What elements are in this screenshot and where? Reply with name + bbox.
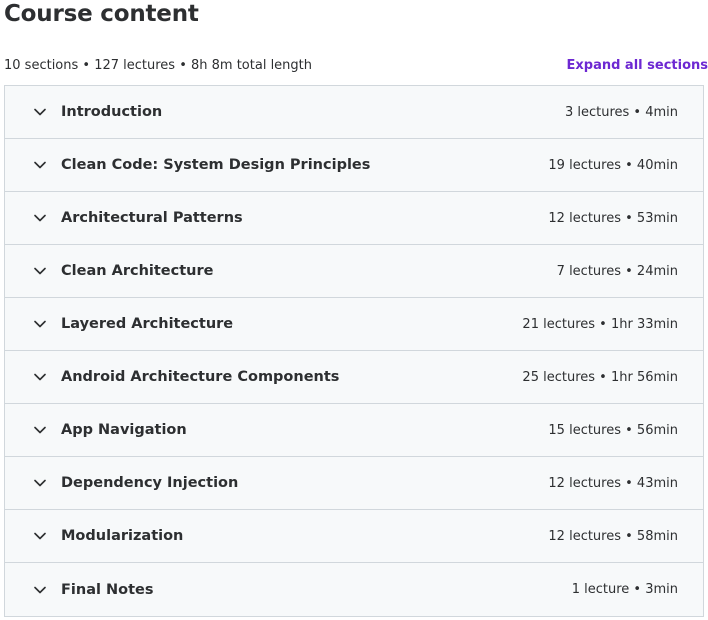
section-meta: 19 lectures • 40min xyxy=(548,157,678,173)
section-row[interactable]: Android Architecture Components 25 lectu… xyxy=(5,351,703,404)
chevron-down-icon xyxy=(33,211,47,225)
section-meta: 1 lecture • 3min xyxy=(571,582,678,597)
section-row[interactable]: Architectural Patterns 12 lectures • 53m… xyxy=(5,192,703,245)
chevron-down-icon xyxy=(33,370,47,384)
section-row[interactable]: Clean Architecture 7 lectures • 24min xyxy=(5,245,703,298)
section-row[interactable]: Final Notes 1 lecture • 3min xyxy=(5,563,703,616)
chevron-down-icon xyxy=(33,476,47,490)
section-meta: 7 lectures • 24min xyxy=(556,263,678,279)
section-meta: 12 lectures • 53min xyxy=(548,210,678,226)
section-meta: 15 lectures • 56min xyxy=(548,422,678,438)
section-row[interactable]: Modularization 12 lectures • 58min xyxy=(5,510,703,563)
course-summary: 10 sections • 127 lectures • 8h 8m total… xyxy=(4,57,313,73)
section-meta: 12 lectures • 43min xyxy=(548,475,678,491)
course-content-panel: Course content 10 sections • 127 lecture… xyxy=(0,0,708,620)
section-title: Android Architecture Components xyxy=(61,369,340,385)
section-title: Clean Code: System Design Principles xyxy=(61,157,371,173)
section-meta: 21 lectures • 1hr 33min xyxy=(522,316,678,332)
expand-all-sections-button[interactable]: Expand all sections xyxy=(567,58,708,73)
section-row[interactable]: Clean Code: System Design Principles 19 … xyxy=(5,139,703,192)
section-title: Modularization xyxy=(61,528,184,544)
chevron-down-icon xyxy=(33,583,47,597)
chevron-down-icon xyxy=(33,105,47,119)
section-row[interactable]: Introduction 3 lectures • 4min xyxy=(5,86,703,139)
section-row[interactable]: Layered Architecture 21 lectures • 1hr 3… xyxy=(5,298,703,351)
chevron-down-icon xyxy=(33,158,47,172)
chevron-down-icon xyxy=(33,264,47,278)
section-meta: 3 lectures • 4min xyxy=(564,104,678,120)
page-title: Course content xyxy=(4,1,199,27)
sections-list: Introduction 3 lectures • 4min Clean Cod… xyxy=(4,85,704,617)
chevron-down-icon xyxy=(33,529,47,543)
section-title: Architectural Patterns xyxy=(61,210,243,226)
section-meta: 25 lectures • 1hr 56min xyxy=(522,369,678,385)
section-row[interactable]: App Navigation 15 lectures • 56min xyxy=(5,404,703,457)
section-meta: 12 lectures • 58min xyxy=(548,528,678,544)
chevron-down-icon xyxy=(33,317,47,331)
section-title: Dependency Injection xyxy=(61,475,239,491)
section-title: Layered Architecture xyxy=(61,316,234,332)
course-summary-row: 10 sections • 127 lectures • 8h 8m total… xyxy=(4,56,708,74)
section-title: Final Notes xyxy=(61,581,154,598)
chevron-down-icon xyxy=(33,423,47,437)
section-row[interactable]: Dependency Injection 12 lectures • 43min xyxy=(5,457,703,510)
section-title: Clean Architecture xyxy=(61,263,214,279)
section-title: App Navigation xyxy=(61,422,187,438)
section-title: Introduction xyxy=(61,104,163,120)
